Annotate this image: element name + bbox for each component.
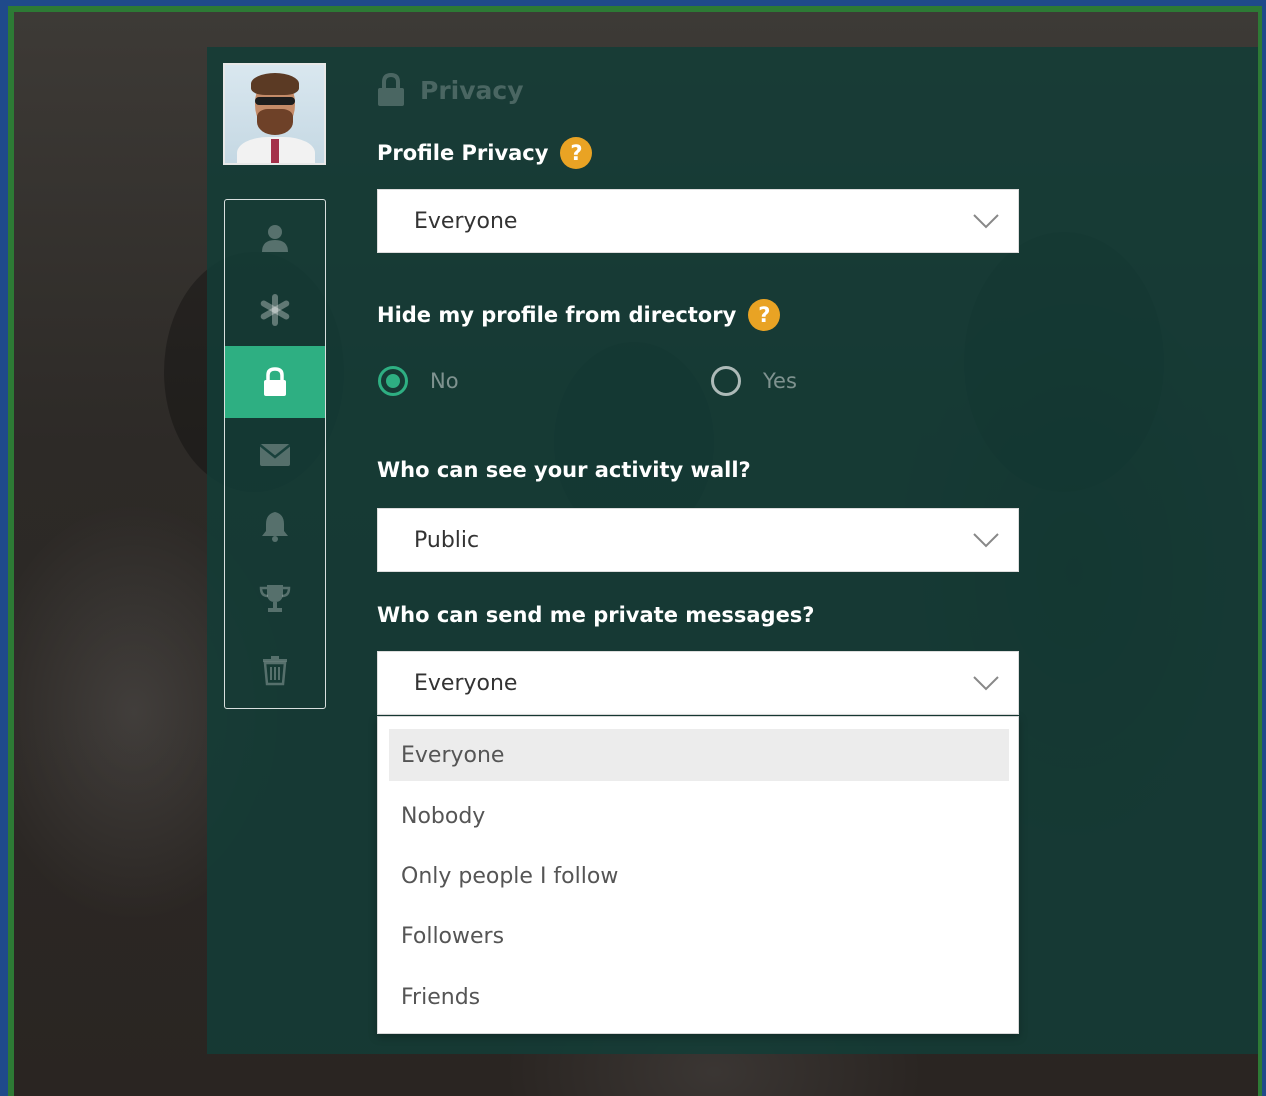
hide-profile-label-text: Hide my profile from directory	[377, 303, 737, 327]
user-icon	[262, 225, 288, 252]
hide-profile-label: Hide my profile from directory ?	[377, 299, 781, 331]
sidebar-item-privacy[interactable]	[225, 346, 325, 418]
radio-no[interactable]: No	[378, 366, 459, 396]
chevron-down-icon	[973, 533, 999, 548]
profile-privacy-label: Profile Privacy ?	[377, 137, 593, 169]
profile-privacy-value: Everyone	[414, 208, 518, 234]
sidebar-item-delete[interactable]	[225, 634, 325, 706]
sidebar-item-profile[interactable]	[225, 202, 325, 274]
dropdown-option-only-people-i-follow[interactable]: Only people I follow	[389, 850, 1009, 902]
private-messages-label-text: Who can send me private messages?	[377, 603, 815, 627]
dropdown-option-nobody[interactable]: Nobody	[389, 790, 1009, 842]
sidebar-item-messages[interactable]	[225, 418, 325, 490]
trash-icon	[263, 656, 287, 686]
asterisk-icon	[260, 294, 290, 326]
radio-yes[interactable]: Yes	[711, 366, 797, 396]
chevron-down-icon	[973, 214, 999, 229]
envelope-icon	[259, 444, 291, 466]
lock-icon	[378, 72, 404, 106]
radio-yes-label: Yes	[763, 369, 797, 393]
private-messages-dropdown: Everyone Nobody Only people I follow Fol…	[377, 716, 1019, 1034]
radio-button-selected[interactable]	[378, 366, 408, 396]
dropdown-option-friends[interactable]: Friends	[389, 971, 1009, 1023]
section-title: Privacy	[376, 70, 524, 110]
private-messages-select[interactable]: Everyone	[377, 651, 1019, 715]
profile-privacy-select[interactable]: Everyone	[377, 189, 1019, 253]
radio-button[interactable]	[711, 366, 741, 396]
profile-privacy-label-text: Profile Privacy	[377, 141, 549, 165]
dropdown-option-everyone[interactable]: Everyone	[389, 729, 1009, 781]
private-messages-label: Who can send me private messages?	[377, 603, 815, 627]
help-icon[interactable]: ?	[748, 299, 781, 331]
private-messages-value: Everyone	[414, 670, 518, 696]
sidebar-item-account[interactable]	[225, 274, 325, 346]
radio-no-label: No	[430, 369, 459, 393]
sidebar-item-achievements[interactable]	[225, 562, 325, 634]
dropdown-option-followers[interactable]: Followers	[389, 910, 1009, 962]
chevron-up-down-icon	[973, 676, 999, 691]
activity-wall-label-text: Who can see your activity wall?	[377, 458, 751, 482]
activity-wall-label: Who can see your activity wall?	[377, 458, 751, 482]
lock-icon	[264, 367, 286, 396]
section-title-text: Privacy	[420, 75, 524, 105]
help-icon[interactable]: ?	[560, 137, 593, 169]
avatar[interactable]	[223, 63, 326, 165]
settings-sidebar	[224, 199, 326, 709]
trophy-icon	[259, 585, 291, 612]
activity-wall-select[interactable]: Public	[377, 508, 1019, 572]
activity-wall-value: Public	[414, 527, 480, 553]
bell-icon	[262, 512, 288, 542]
sidebar-item-notifications[interactable]	[225, 490, 325, 562]
